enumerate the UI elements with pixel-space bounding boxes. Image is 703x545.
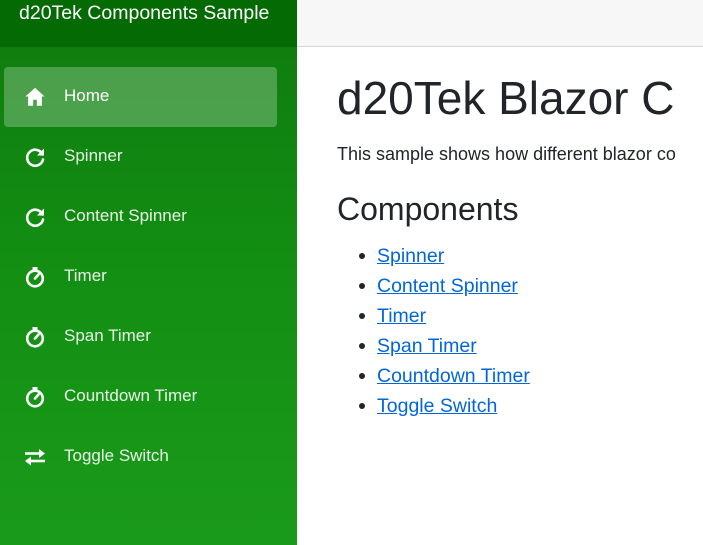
link-content-spinner[interactable]: Content Spinner bbox=[377, 275, 518, 297]
swap-arrows-icon bbox=[23, 445, 47, 469]
top-bar bbox=[297, 0, 703, 47]
bullet bbox=[359, 343, 365, 349]
link-toggle-switch[interactable]: Toggle Switch bbox=[377, 395, 497, 417]
sidebar-item-label: Home bbox=[64, 86, 110, 105]
bullet bbox=[359, 313, 365, 319]
timer-icon bbox=[23, 265, 47, 289]
refresh-icon bbox=[23, 145, 47, 169]
sidebar-nav: Home Spinner Content Spinner Timer Span … bbox=[4, 67, 277, 487]
sidebar-item-label: Timer bbox=[64, 266, 107, 285]
link-countdown-timer[interactable]: Countdown Timer bbox=[377, 365, 530, 387]
section-title: Components bbox=[337, 191, 519, 227]
sidebar-item-label: Countdown Timer bbox=[64, 386, 198, 405]
page-title: d20Tek Blazor C bbox=[337, 72, 675, 124]
link-span-timer[interactable]: Span Timer bbox=[377, 335, 477, 357]
sidebar-item-home[interactable]: Home bbox=[4, 67, 277, 127]
sidebar: d20Tek Components Sample Home Spinner Co… bbox=[0, 0, 297, 545]
main-content: d20Tek Blazor C This sample shows how di… bbox=[337, 47, 703, 545]
list-item: Countdown Timer bbox=[359, 361, 530, 391]
sidebar-item-label: Span Timer bbox=[64, 326, 151, 345]
bullet bbox=[359, 373, 365, 379]
refresh-icon bbox=[23, 205, 47, 229]
sidebar-item-spinner[interactable]: Spinner bbox=[4, 127, 277, 187]
link-timer[interactable]: Timer bbox=[377, 305, 426, 327]
timer-icon bbox=[23, 325, 47, 349]
brand-bar: d20Tek Components Sample bbox=[0, 0, 297, 47]
list-item: Timer bbox=[359, 301, 530, 331]
sidebar-item-label: Content Spinner bbox=[64, 206, 187, 225]
sidebar-item-label: Toggle Switch bbox=[64, 446, 169, 465]
home-icon bbox=[23, 85, 47, 109]
link-spinner[interactable]: Spinner bbox=[377, 245, 444, 267]
list-item: Toggle Switch bbox=[359, 391, 530, 421]
bullet bbox=[359, 403, 365, 409]
list-item: Spinner bbox=[359, 241, 530, 271]
app-window: d20Tek Components Sample Home Spinner Co… bbox=[0, 0, 703, 545]
sidebar-item-label: Spinner bbox=[64, 146, 123, 165]
timer-icon bbox=[23, 385, 47, 409]
sidebar-item-content-spinner[interactable]: Content Spinner bbox=[4, 187, 277, 247]
bullet bbox=[359, 253, 365, 259]
bullet bbox=[359, 283, 365, 289]
intro-text: This sample shows how different blazor c… bbox=[337, 144, 676, 164]
sidebar-item-timer[interactable]: Timer bbox=[4, 247, 277, 307]
list-item: Span Timer bbox=[359, 331, 530, 361]
components-link-list: Spinner Content Spinner Timer Span Timer… bbox=[337, 241, 530, 421]
list-item: Content Spinner bbox=[359, 271, 530, 301]
brand-title[interactable]: d20Tek Components Sample bbox=[19, 1, 269, 25]
sidebar-item-countdown-timer[interactable]: Countdown Timer bbox=[4, 367, 277, 427]
sidebar-item-toggle-switch[interactable]: Toggle Switch bbox=[4, 427, 277, 487]
sidebar-item-span-timer[interactable]: Span Timer bbox=[4, 307, 277, 367]
